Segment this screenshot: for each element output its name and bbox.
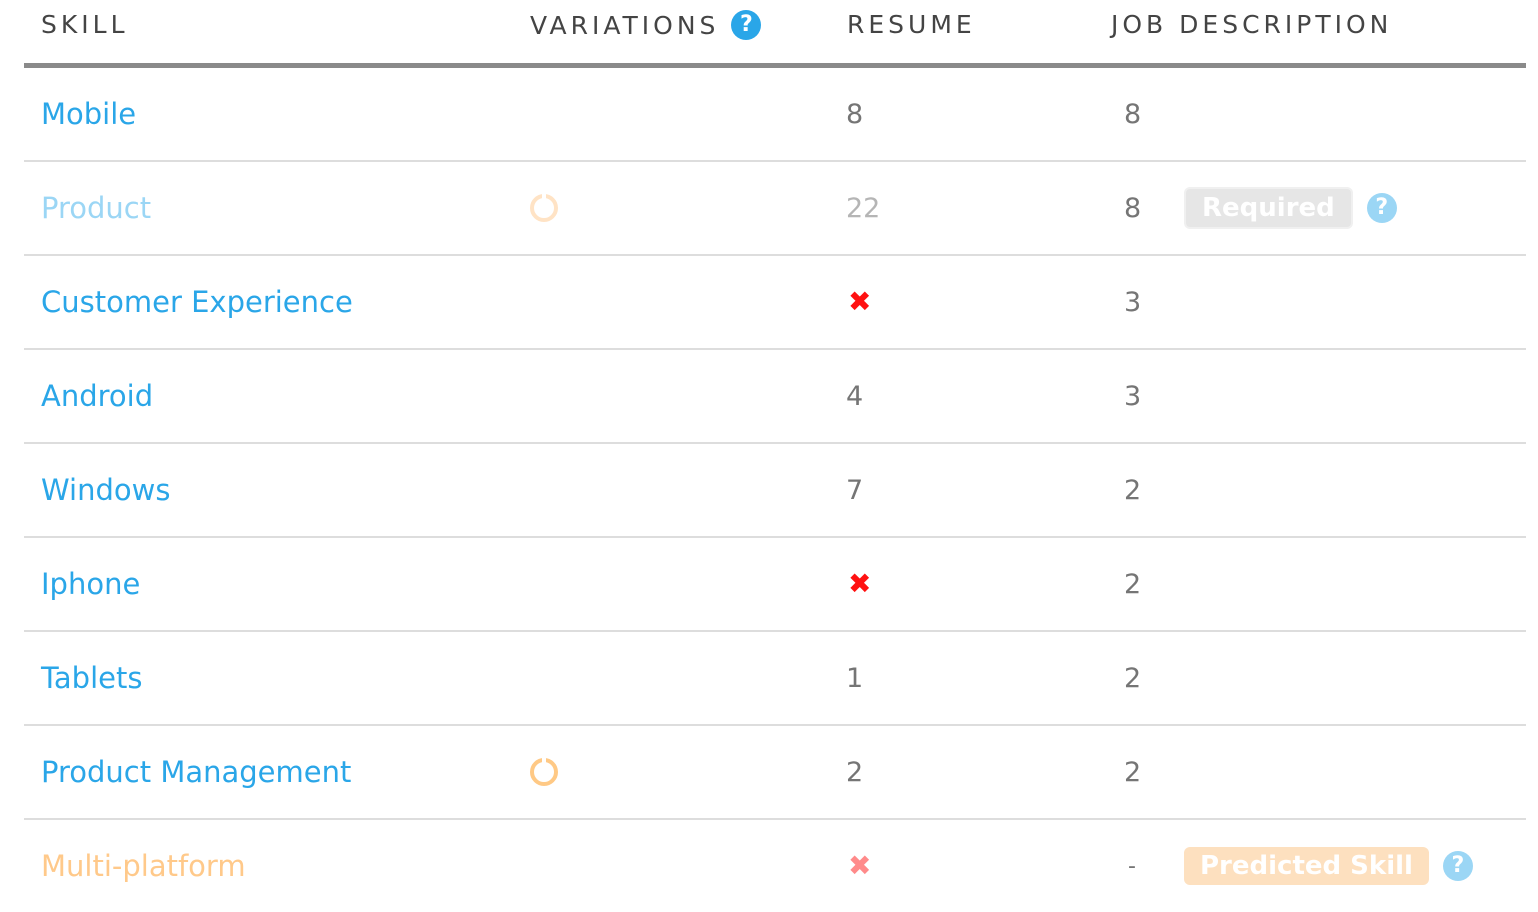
job-count: 3 — [1124, 380, 1142, 412]
resume-count: 1 — [846, 662, 864, 694]
resume-count: 22 — [846, 192, 881, 224]
skill-link[interactable]: Tablets — [41, 632, 142, 724]
missing-x-icon: ✖ — [848, 567, 872, 600]
table-row: Windows 7 2 — [24, 444, 1526, 538]
variations-cell — [530, 726, 558, 818]
table-row: Tablets 1 2 — [24, 632, 1526, 726]
resume-cell: ✖ — [846, 538, 871, 630]
help-icon[interactable]: ? — [1442, 851, 1473, 881]
job-count: 8 — [1124, 98, 1142, 130]
table-row: Iphone ✖ 2 — [24, 538, 1526, 632]
table-row: Android 4 3 — [24, 350, 1526, 444]
resume-cell: ✖ — [846, 820, 871, 912]
column-header-resume[interactable]: RESUME — [847, 10, 976, 39]
required-badge: Required — [1184, 187, 1353, 229]
spinner-icon — [530, 756, 558, 786]
missing-x-icon: ✖ — [848, 849, 872, 882]
skill-link[interactable]: Customer Experience — [41, 256, 353, 348]
resume-cell: ✖ — [846, 256, 871, 348]
resume-count: 2 — [846, 756, 864, 788]
table-row: Multi-platform ✖ - Predicted Skill ? — [24, 820, 1526, 912]
job-count: 2 — [1124, 756, 1142, 788]
column-header-variations[interactable]: VARIATIONS? — [530, 10, 762, 40]
variations-cell — [530, 162, 558, 254]
help-icon[interactable]: ? — [1366, 193, 1397, 223]
column-header-variations-label: VARIATIONS — [530, 11, 720, 40]
skill-link[interactable]: Mobile — [41, 68, 136, 160]
column-header-skill[interactable]: SKILL — [41, 10, 129, 39]
resume-count: 8 — [846, 98, 864, 130]
skill-link[interactable]: Android — [41, 350, 153, 442]
badge-cell: Required ? — [1184, 162, 1397, 254]
job-count: - — [1124, 820, 1136, 912]
help-icon[interactable]: ? — [731, 10, 762, 40]
job-count-value: - — [1128, 853, 1136, 879]
skill-link[interactable]: Product — [41, 162, 151, 254]
skill-link[interactable]: Product Management — [41, 726, 351, 818]
job-count: 3 — [1124, 286, 1142, 318]
table-row: Mobile 8 8 — [24, 68, 1526, 162]
table-row: Product 22 8 Required ? — [24, 162, 1526, 256]
skill-link[interactable]: Iphone — [41, 538, 140, 630]
job-count: 8 — [1124, 192, 1142, 224]
table-row: Customer Experience ✖ 3 — [24, 256, 1526, 350]
predicted-skill-badge: Predicted Skill — [1184, 847, 1429, 885]
spinner-icon — [530, 192, 558, 222]
missing-x-icon: ✖ — [848, 285, 872, 318]
job-count: 2 — [1124, 474, 1142, 506]
skill-link[interactable]: Windows — [41, 444, 170, 536]
badge-cell: Predicted Skill ? — [1184, 820, 1473, 912]
resume-count: 4 — [846, 380, 864, 412]
column-header-job-description[interactable]: JOB DESCRIPTION — [1111, 10, 1392, 39]
job-count: 2 — [1124, 568, 1142, 600]
skill-link[interactable]: Multi-platform — [41, 820, 246, 912]
resume-count: 7 — [846, 474, 864, 506]
skills-table: SKILL VARIATIONS? RESUME JOB DESCRIPTION… — [24, 0, 1526, 912]
table-header: SKILL VARIATIONS? RESUME JOB DESCRIPTION — [24, 0, 1526, 68]
job-count: 2 — [1124, 662, 1142, 694]
table-row: Product Management 2 2 — [24, 726, 1526, 820]
